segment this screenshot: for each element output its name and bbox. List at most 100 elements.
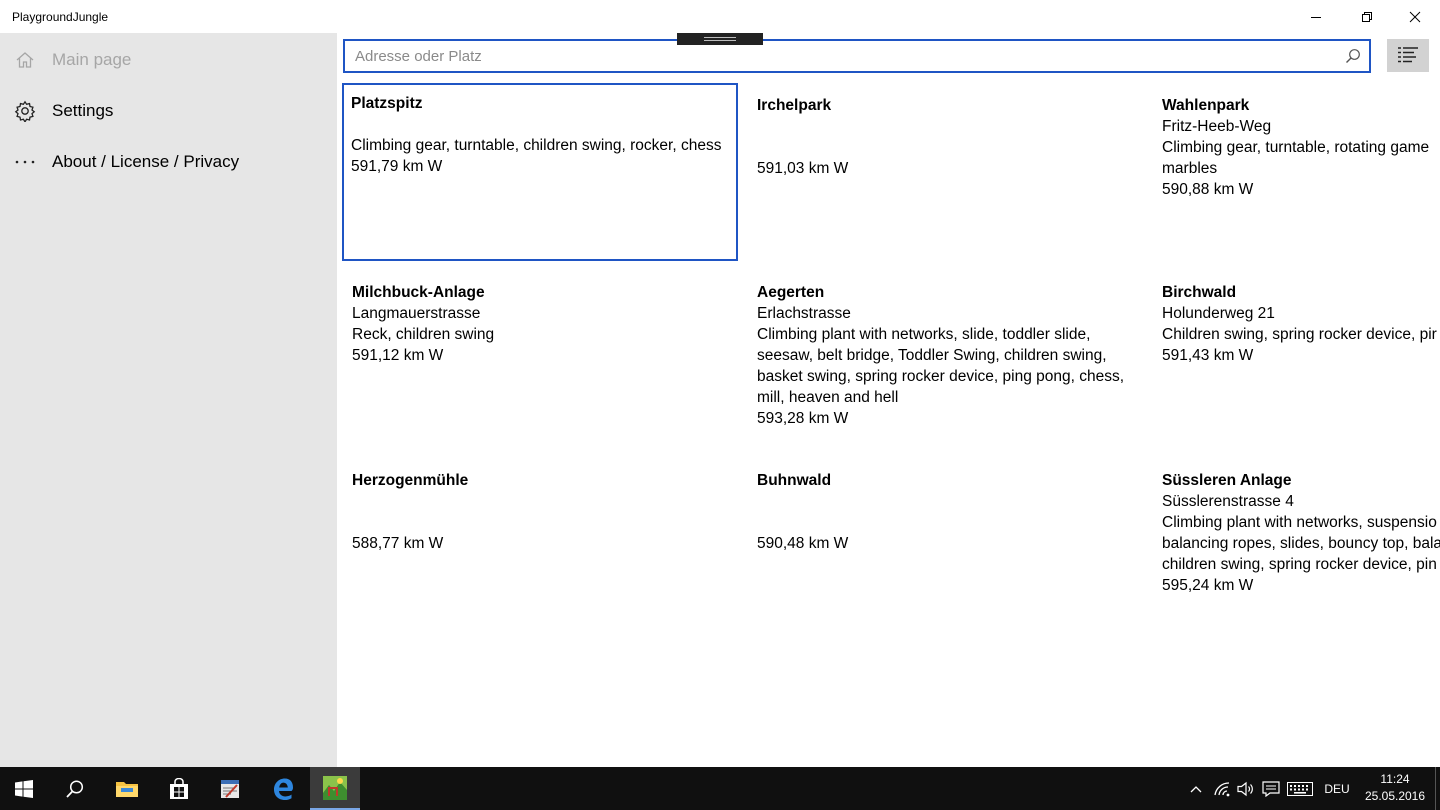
playground-card[interactable]: Wahlenpark Fritz-Heeb-Weg Climbing gear,… [1153,85,1440,260]
clock[interactable]: 11:24 25.05.2016 [1360,771,1430,805]
playground-card[interactable]: Aegerten Erlachstrasse Climbing plant wi… [748,272,1133,452]
playground-distance: 593,28 km W [757,410,849,427]
close-icon [1409,11,1421,22]
playground-name: Buhnwald [757,472,832,489]
search-icon [66,779,84,798]
clock-time: 11:24 [1380,772,1410,786]
show-desktop-button[interactable] [1435,767,1436,810]
playground-name: Birchwald [1162,284,1237,301]
close-button[interactable] [1391,0,1439,33]
playground-equipment: Climbing gear, turntable, rotating game … [1162,139,1430,177]
folder-icon [116,781,138,797]
playground-distance: 590,88 km W [1162,181,1254,198]
playground-distance: 595,24 km W [1162,577,1254,594]
playground-name: Herzogenmühle [352,472,469,489]
playground-distance: 591,79 km W [351,158,443,175]
playground-card[interactable]: Birchwald Holunderweg 21 Children swing,… [1153,272,1440,447]
playground-address: Holunderweg 21 [1162,305,1275,322]
playground-address: Fritz-Heeb-Weg [1162,118,1272,135]
action-center-button[interactable] [1260,767,1282,810]
minimize-icon [1311,16,1321,18]
playground-distance: 591,43 km W [1162,347,1254,364]
playground-name: Milchbuck-Anlage [352,284,485,301]
playground-equipment [352,512,735,533]
nav-item-label: Main page [52,50,132,69]
playground-address: Langmauerstrasse [352,305,481,322]
show-hidden-icons-button[interactable] [1186,767,1206,810]
nav-item-about[interactable]: About / License / Privacy [0,138,337,186]
nav-item-settings[interactable]: Settings [0,87,337,135]
playground-distance: 588,77 km W [352,535,444,552]
notification-icon [1262,780,1280,797]
playground-name: Süssleren Anlage [1162,472,1292,489]
playground-card[interactable]: Irchelpark 591,03 km W [748,85,1140,260]
playground-address [351,114,736,135]
playgroundjungle-app-icon [323,775,347,800]
playground-equipment: balancing ropes, slides, bouncy top, bal… [1162,535,1440,552]
playground-distance: 590,48 km W [757,535,849,552]
file-explorer-button[interactable] [103,767,151,810]
speaker-icon [1237,781,1253,796]
more-icon [14,151,36,173]
navigation-pane: Main page Settings About / License / Pri… [0,33,337,767]
minimize-button[interactable] [1292,0,1340,33]
playground-equipment [757,512,1140,533]
title-bar: PlaygroundJungle [0,0,1440,33]
playground-address: Erlachstrasse [757,305,851,322]
list-view-icon [1398,46,1418,62]
taskbar-search-button[interactable] [51,767,99,810]
home-icon [14,49,36,71]
playground-card[interactable]: Milchbuck-Anlage Langmauerstrasse Reck, … [343,272,735,447]
search-box[interactable] [343,39,1371,73]
playground-equipment: Climbing plant with networks, suspensio [1162,514,1437,531]
playground-address [757,491,1140,512]
nav-item-label: About / License / Privacy [52,152,240,171]
playground-address [757,116,1140,137]
notepad-icon [221,779,239,798]
taskbar: DEU 11:24 25.05.2016 [0,767,1440,810]
nav-item-main-page[interactable]: Main page [0,36,337,84]
list-view-button[interactable] [1387,39,1429,72]
search-input[interactable] [355,41,1335,71]
store-icon [170,777,188,799]
touch-keyboard-button[interactable] [1286,767,1314,810]
playground-address: Süsslerenstrasse 4 [1162,493,1294,510]
playgroundjungle-taskbar-button[interactable] [310,767,360,810]
edge-button[interactable] [259,767,307,810]
playground-card[interactable]: Süssleren Anlage Süsslerenstrasse 4 Clim… [1153,460,1440,605]
start-button[interactable] [0,767,48,810]
restore-icon [1362,11,1372,22]
search-icon[interactable] [1345,48,1361,64]
volume-button[interactable] [1235,767,1257,810]
keyboard-icon [1287,781,1313,796]
playground-equipment: Reck, children swing [352,326,495,343]
playground-name: Aegerten [757,284,825,301]
playground-distance: 591,12 km W [352,347,444,364]
playground-card[interactable]: Buhnwald 590,48 km W [748,460,1140,635]
chevron-up-icon [1190,785,1202,792]
edge-icon [274,778,293,800]
app-button[interactable] [206,767,254,810]
playground-name: Platzspitz [351,95,423,112]
playground-equipment: Climbing gear, turntable, children swing… [351,137,722,154]
windows-icon [15,779,33,798]
playground-name: Wahlenpark [1162,97,1250,114]
drag-handle[interactable] [677,33,763,45]
input-language-indicator[interactable]: DEU [1320,767,1354,810]
network-button[interactable] [1211,767,1233,810]
window-title: PlaygroundJungle [12,9,109,24]
playground-name: Irchelpark [757,97,832,114]
playground-card[interactable]: Platzspitz Climbing gear, turntable, chi… [342,83,738,261]
wifi-icon [1214,781,1230,796]
clock-date: 25.05.2016 [1364,789,1426,803]
playground-equipment [757,137,1140,158]
restore-button[interactable] [1343,0,1391,33]
playground-address [352,491,735,512]
playground-equipment: Climbing plant with networks, slide, tod… [757,326,1125,406]
playground-card[interactable]: Herzogenmühle 588,77 km W [343,460,735,635]
gear-icon [14,100,36,122]
playground-equipment: Children swing, spring rocker device, pi… [1162,326,1437,343]
playground-equipment: children swing, spring rocker device, pi… [1162,556,1437,573]
store-button[interactable] [155,767,203,810]
playground-distance: 591,03 km W [757,160,849,177]
